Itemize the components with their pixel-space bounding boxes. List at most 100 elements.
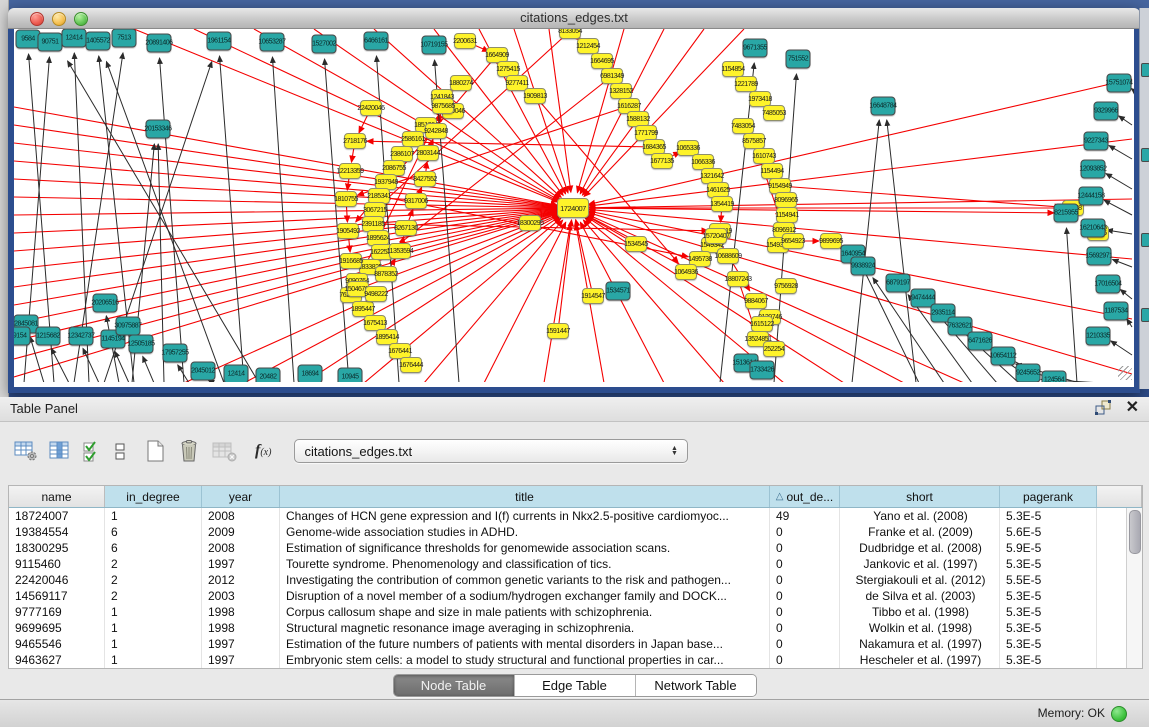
- column-header-name[interactable]: name: [9, 486, 105, 507]
- graph-node[interactable]: 1187534: [1104, 302, 1129, 321]
- graph-node[interactable]: 1914547: [582, 288, 604, 304]
- graph-node[interactable]: 10654112: [991, 347, 1016, 366]
- tab-node-table[interactable]: Node Table: [394, 675, 515, 696]
- graph-node[interactable]: 1354419: [711, 196, 733, 212]
- graph-node[interactable]: 1212454: [577, 38, 599, 54]
- graph-node[interactable]: 9938924: [851, 257, 876, 276]
- table-cell[interactable]: 9777169: [9, 604, 105, 620]
- graph-node[interactable]: 20206516: [93, 294, 118, 313]
- network-window-titlebar[interactable]: citations_edges.txt: [8, 8, 1140, 29]
- table-cell[interactable]: Disruption of a novel member of a sodium…: [280, 588, 770, 604]
- table-cell[interactable]: 0: [770, 620, 840, 636]
- graph-node[interactable]: 1916685: [340, 253, 362, 269]
- table-cell[interactable]: 0: [770, 540, 840, 556]
- graph-node[interactable]: 90751: [38, 33, 63, 52]
- table-cell[interactable]: 1: [105, 508, 202, 524]
- graph-node[interactable]: 6471626: [968, 332, 993, 351]
- table-cell[interactable]: 1: [105, 604, 202, 620]
- graph-node[interactable]: 1534545: [625, 236, 647, 252]
- table-cell[interactable]: 5.3E-5: [1000, 636, 1097, 652]
- graph-node[interactable]: 15751074: [1107, 74, 1132, 93]
- table-cell[interactable]: 9115460: [9, 556, 105, 572]
- graph-node[interactable]: 12093852: [1081, 160, 1106, 179]
- table-cell[interactable]: 5.5E-5: [1000, 572, 1097, 588]
- select-all-icon[interactable]: [82, 440, 102, 462]
- graph-node[interactable]: 8878352: [375, 266, 397, 282]
- table-cell[interactable]: 1: [105, 652, 202, 668]
- vertical-scrollbar[interactable]: [1126, 508, 1142, 668]
- table-cell[interactable]: 18724007: [9, 508, 105, 524]
- table-row[interactable]: 2242004622012Investigating the contribut…: [9, 572, 1126, 588]
- table-cell[interactable]: 2: [105, 588, 202, 604]
- table-cell[interactable]: 2008: [202, 508, 280, 524]
- table-cell[interactable]: 1997: [202, 636, 280, 652]
- table-cell[interactable]: 5.9E-5: [1000, 540, 1097, 556]
- table-cell[interactable]: 1998: [202, 604, 280, 620]
- graph-node[interactable]: 1154941: [776, 207, 798, 223]
- table-cell[interactable]: 5.3E-5: [1000, 652, 1097, 668]
- graph-node[interactable]: 10688609: [717, 248, 739, 264]
- graph-node[interactable]: 8427552: [414, 171, 436, 187]
- graph-node[interactable]: 12444158: [1079, 187, 1104, 206]
- graph-node[interactable]: 7513: [112, 29, 137, 48]
- table-row[interactable]: 946554611997Estimation of the future num…: [9, 636, 1126, 652]
- graph-node[interactable]: 9329966: [1094, 102, 1119, 121]
- table-row[interactable]: 977716911998Corpus callosum shape and si…: [9, 604, 1126, 620]
- table-cell[interactable]: 22420046: [9, 572, 105, 588]
- table-cell[interactable]: 1: [105, 620, 202, 636]
- scrollbar-thumb[interactable]: [1129, 510, 1141, 554]
- table-row[interactable]: 969969511998Structural magnetic resonanc…: [9, 620, 1126, 636]
- graph-node[interactable]: 1677135: [651, 153, 673, 169]
- graph-node[interactable]: 1909813: [524, 88, 546, 104]
- graph-node[interactable]: 751552: [786, 50, 811, 69]
- table-cell[interactable]: Genome-wide association studies in ADHD.: [280, 524, 770, 540]
- graph-node[interactable]: 2045012: [191, 362, 216, 381]
- graph-node[interactable]: 8575857: [743, 133, 765, 149]
- graph-node[interactable]: 9875685: [432, 98, 454, 114]
- table-row[interactable]: 911546021997Tourette syndrome. Phenomeno…: [9, 556, 1126, 572]
- unselect-all-icon[interactable]: [113, 440, 127, 462]
- graph-node[interactable]: 9317006: [405, 193, 427, 209]
- graph-node[interactable]: 12505185: [129, 335, 154, 354]
- graph-node[interactable]: 10945: [338, 368, 363, 383]
- graph-node[interactable]: 12414: [224, 365, 249, 383]
- graph-node[interactable]: 9884067: [745, 293, 767, 309]
- graph-node[interactable]: 9242848: [425, 123, 447, 139]
- table-cell[interactable]: 6: [105, 540, 202, 556]
- table-cell[interactable]: Wolkin et al. (1998): [840, 620, 1000, 636]
- table-cell[interactable]: 9699695: [9, 620, 105, 636]
- table-cell[interactable]: 6: [105, 524, 202, 540]
- table-cell[interactable]: 5.3E-5: [1000, 556, 1097, 572]
- column-header-in_degree[interactable]: in_degree: [105, 486, 202, 507]
- memory-status-icon[interactable]: [1111, 706, 1127, 722]
- function-builder-icon[interactable]: f(x): [255, 442, 271, 460]
- graph-node[interactable]: 10653287: [260, 33, 285, 52]
- table-cell[interactable]: 2: [105, 556, 202, 572]
- table-cell[interactable]: 0: [770, 652, 840, 668]
- column-header-out_de[interactable]: △out_de...: [770, 486, 840, 507]
- graph-node[interactable]: 39154: [14, 327, 31, 346]
- table-cell[interactable]: 0: [770, 556, 840, 572]
- graph-node[interactable]: 10719155: [422, 36, 447, 55]
- graph-node[interactable]: 1664695: [591, 53, 613, 69]
- graph-node[interactable]: 1215682: [36, 327, 61, 346]
- table-cell[interactable]: Estimation of the future numbers of pati…: [280, 636, 770, 652]
- table-cell[interactable]: Dudbridge et al. (2008): [840, 540, 1000, 556]
- table-cell[interactable]: 2009: [202, 524, 280, 540]
- graph-node[interactable]: 18300295: [519, 215, 541, 231]
- tab-network-table[interactable]: Network Table: [636, 675, 756, 696]
- float-panel-icon[interactable]: [1095, 400, 1112, 416]
- graph-node[interactable]: 11353594: [389, 243, 411, 259]
- table-cell[interactable]: Tourette syndrome. Phenomenology and cla…: [280, 556, 770, 572]
- table-cell[interactable]: 5.3E-5: [1000, 588, 1097, 604]
- table-cell[interactable]: Tibbo et al. (1998): [840, 604, 1000, 620]
- network-canvas[interactable]: 1724007220063116649091275415927741119098…: [14, 29, 1134, 382]
- graph-node[interactable]: 30975887: [116, 317, 141, 336]
- table-cell[interactable]: Investigating the contribution of common…: [280, 572, 770, 588]
- table-cell[interactable]: 0: [770, 604, 840, 620]
- graph-node[interactable]: 17016504: [1096, 275, 1121, 294]
- graph-node[interactable]: 1405572: [86, 32, 111, 51]
- table-cell[interactable]: Yano et al. (2008): [840, 508, 1000, 524]
- table-cell[interactable]: Corpus callosum shape and size in male p…: [280, 604, 770, 620]
- graph-node[interactable]: 16210643: [1081, 219, 1106, 238]
